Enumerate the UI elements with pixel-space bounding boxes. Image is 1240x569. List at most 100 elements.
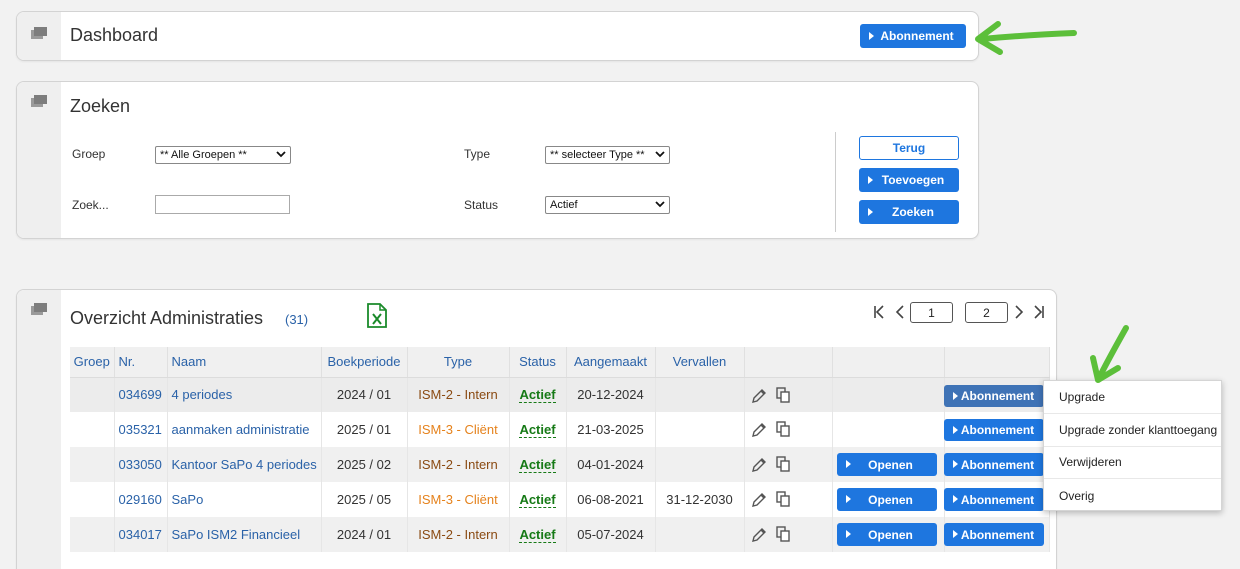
cell-vervallen: 31-12-2030 (655, 482, 745, 517)
search-button[interactable]: Zoeken (859, 200, 959, 224)
search-title: Zoeken (70, 96, 131, 116)
type-label: Type (464, 147, 491, 161)
cell-aangemaakt: 21-03-2025 (566, 412, 656, 447)
menu-item-upgrade-without-client-access[interactable]: Upgrade zonder klanttoegang (1044, 414, 1221, 447)
cell-nr[interactable]: 034699 (119, 387, 162, 402)
row-open-button[interactable]: Openen (836, 488, 937, 511)
excel-export-icon[interactable] (367, 303, 387, 328)
copy-icon[interactable] (775, 491, 790, 507)
column-header-status[interactable]: Status (509, 347, 567, 378)
column-header-boekperiode[interactable]: Boekperiode (321, 347, 408, 378)
dashboard-title: Dashboard (70, 25, 159, 45)
back-button[interactable]: Terug (859, 136, 959, 160)
cell-nr[interactable]: 033050 (119, 457, 162, 472)
menu-item-other[interactable]: Overig (1044, 479, 1221, 512)
cell-status[interactable]: Actief (519, 387, 556, 404)
table-row: 034017 SaPo ISM2 Financieel 2024 / 01 IS… (70, 517, 1050, 552)
edit-pencil-icon[interactable] (751, 422, 767, 438)
edit-pencil-icon[interactable] (751, 492, 767, 508)
row-subscription-button[interactable]: Abonnement (943, 523, 1044, 546)
cell-nr[interactable]: 029160 (119, 492, 162, 507)
add-button[interactable]: Toevoegen (859, 168, 959, 192)
row-subscription-button[interactable]: Abonnement (943, 384, 1044, 407)
column-header-vervallen[interactable]: Vervallen (655, 347, 745, 378)
cell-naam[interactable]: Kantoor SaPo 4 periodes (172, 457, 317, 472)
caret-right-icon (868, 176, 873, 184)
divider (835, 132, 836, 232)
column-header-type[interactable]: Type (407, 347, 510, 378)
table-row: 034699 4 periodes 2024 / 01 ISM-2 - Inte… (70, 377, 1050, 412)
column-header-naam[interactable]: Naam (167, 347, 322, 378)
cell-aangemaakt: 04-01-2024 (566, 447, 656, 482)
row-open-button[interactable]: Openen (836, 523, 937, 546)
row-subscription-button[interactable]: Abonnement (943, 419, 1044, 441)
menu-item-delete[interactable]: Verwijderen (1044, 447, 1221, 480)
table-row: 029160 SaPo 2025 / 05 ISM-3 - Cliënt Act… (70, 482, 1050, 517)
cell-naam[interactable]: 4 periodes (172, 387, 233, 402)
page-current-input[interactable]: 1 (910, 302, 953, 323)
overview-count: (31) (285, 312, 309, 327)
folder-icon (31, 95, 47, 107)
panel-gutter (17, 12, 61, 60)
caret-right-icon (952, 460, 958, 468)
cell-aangemaakt: 05-07-2024 (566, 517, 656, 552)
cell-type: ISM-2 - Intern (418, 387, 498, 403)
row-open-button[interactable]: Openen (836, 453, 937, 476)
column-header-open (832, 347, 945, 378)
cell-vervallen (655, 412, 745, 447)
cell-groep (70, 447, 115, 482)
annotation-arrow-icon (975, 21, 1077, 55)
column-header-nr[interactable]: Nr. (114, 347, 168, 378)
caret-right-icon (845, 530, 851, 538)
table-row: 035321 aanmaken administratie 2025 / 01 … (70, 412, 1050, 447)
row-subscription-button[interactable]: Abonnement (943, 488, 1044, 511)
column-header-groep[interactable]: Groep (70, 347, 115, 378)
cell-type: ISM-3 - Cliënt (418, 492, 498, 507)
cell-status[interactable]: Actief (519, 457, 556, 473)
copy-icon[interactable] (775, 386, 790, 403)
annotation-arrow-icon (1090, 325, 1129, 383)
overview-panel: Overzicht Administraties (31) 1 2 Groep … (16, 289, 1057, 569)
cell-groep (70, 377, 115, 412)
column-header-aangemaakt[interactable]: Aangemaakt (566, 347, 656, 378)
copy-icon[interactable] (775, 421, 790, 437)
search-input[interactable] (155, 195, 290, 214)
row-subscription-button[interactable]: Abonnement (943, 453, 1044, 476)
dashboard-panel: Dashboard Abonnement (16, 11, 979, 61)
cell-type: ISM-2 - Intern (418, 527, 498, 542)
cell-aangemaakt: 06-08-2021 (566, 482, 656, 517)
copy-icon[interactable] (775, 526, 790, 542)
prev-page-icon[interactable] (895, 305, 905, 319)
cell-vervallen (655, 517, 745, 552)
cell-status[interactable]: Actief (519, 492, 556, 508)
copy-icon[interactable] (775, 456, 790, 472)
caret-right-icon (845, 495, 851, 503)
next-page-icon[interactable] (1014, 305, 1024, 319)
type-select[interactable]: ** selecteer Type ** (545, 146, 670, 164)
group-select[interactable]: ** Alle Groepen ** (155, 146, 291, 164)
caret-right-icon (845, 460, 851, 468)
chevron-down-icon (655, 151, 665, 158)
dashboard-subscription-button[interactable]: Abonnement (860, 24, 966, 48)
caret-right-icon (952, 495, 958, 503)
cell-boekperiode: 2025 / 02 (321, 447, 408, 482)
cell-naam[interactable]: SaPo (172, 492, 204, 507)
cell-nr[interactable]: 034017 (119, 527, 162, 542)
cell-status[interactable]: Actief (519, 422, 556, 438)
first-page-icon[interactable] (873, 305, 885, 319)
overview-title: Overzicht Administraties (70, 308, 264, 328)
cell-nr[interactable]: 035321 (119, 422, 162, 437)
cell-naam[interactable]: SaPo ISM2 Financieel (172, 527, 301, 542)
cell-boekperiode: 2025 / 05 (321, 482, 408, 517)
edit-pencil-icon[interactable] (751, 457, 767, 473)
last-page-icon[interactable] (1033, 305, 1045, 319)
cell-type: ISM-2 - Intern (418, 457, 498, 472)
edit-pencil-icon[interactable] (751, 527, 767, 543)
status-select[interactable]: Actief (545, 196, 670, 214)
cell-boekperiode: 2024 / 01 (321, 377, 408, 412)
edit-pencil-icon[interactable] (751, 388, 767, 404)
cell-naam[interactable]: aanmaken administratie (172, 422, 310, 437)
cell-aangemaakt: 20-12-2024 (566, 377, 656, 412)
cell-status[interactable]: Actief (519, 527, 556, 543)
cell-boekperiode: 2024 / 01 (321, 517, 408, 552)
